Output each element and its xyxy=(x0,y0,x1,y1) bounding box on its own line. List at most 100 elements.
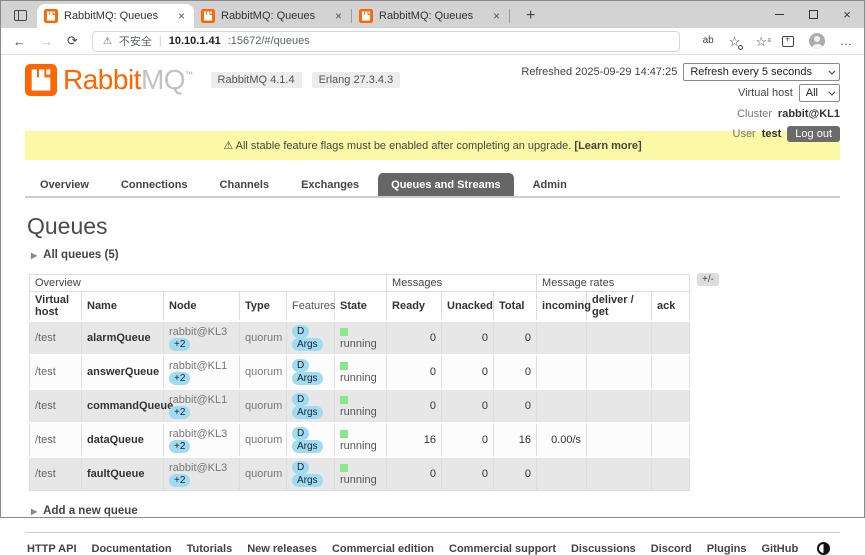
minimize-button[interactable] xyxy=(762,1,796,28)
col-ready[interactable]: Ready xyxy=(386,291,443,322)
state-running-icon xyxy=(340,328,348,336)
back-icon[interactable]: ← xyxy=(13,34,26,49)
maximize-button[interactable] xyxy=(796,1,830,28)
rabbitmq-logo-text[interactable]: RabbitMQ™ xyxy=(63,64,193,96)
state-running-icon xyxy=(340,464,348,472)
node-replica-badge[interactable]: +2 xyxy=(169,439,191,453)
cell-type: quorum xyxy=(239,456,287,491)
footer-link-documentation[interactable]: Documentation xyxy=(92,543,172,555)
cell-vhost: /test xyxy=(29,354,82,389)
col-virtual-host[interactable]: Virtual host xyxy=(29,291,82,322)
tab-close-icon[interactable]: × xyxy=(333,9,344,23)
footer-link-github[interactable]: GitHub xyxy=(762,543,799,555)
reload-icon[interactable]: ⟳ xyxy=(67,33,78,49)
col-type[interactable]: Type xyxy=(239,291,287,322)
column-selector-button[interactable]: +/- xyxy=(697,273,719,286)
footer-link-commercial-support[interactable]: Commercial support xyxy=(449,543,556,555)
refresh-interval-select[interactable]: Refresh every 5 seconds xyxy=(683,63,840,81)
node-replica-badge[interactable]: +2 xyxy=(169,405,191,419)
address-bar[interactable]: ⚠ 不安全 | 10.10.1.41:15672/#/queues xyxy=(91,30,680,52)
footer-link-http-api[interactable]: HTTP API xyxy=(27,543,77,555)
cell-unacked: 0 xyxy=(441,422,495,457)
cell-incoming xyxy=(536,456,588,491)
node-replica-badge[interactable]: +2 xyxy=(169,371,191,385)
footer-link-tutorials[interactable]: Tutorials xyxy=(187,543,233,555)
user-line: User test Log out xyxy=(521,125,840,142)
profile-avatar-icon[interactable] xyxy=(809,33,825,49)
vhost-select[interactable]: All xyxy=(798,84,840,102)
tab-close-icon[interactable]: × xyxy=(491,9,502,23)
star-glyph: ☆ xyxy=(755,33,767,49)
state-running-icon xyxy=(340,430,348,438)
footer-link-plugins[interactable]: Plugins xyxy=(707,543,747,555)
collapsed-arrow-icon: ▶ xyxy=(31,506,38,516)
security-label[interactable]: 不安全 xyxy=(119,33,152,49)
col-name[interactable]: Name xyxy=(81,291,164,322)
col-total[interactable]: Total xyxy=(493,291,538,322)
footer-link-discussions[interactable]: Discussions xyxy=(571,543,636,555)
tab-close-icon[interactable]: × xyxy=(176,9,187,23)
browser-tab-2[interactable]: RabbitMQ: Queues × xyxy=(194,4,351,28)
tab-title: RabbitMQ: Queues xyxy=(64,10,159,22)
feature-args-badge[interactable]: Args xyxy=(292,372,323,385)
feature-durable-badge[interactable]: D xyxy=(292,359,310,372)
nav-tab-admin[interactable]: Admin xyxy=(520,173,580,196)
col-node[interactable]: Node xyxy=(163,291,240,322)
collections-icon[interactable] xyxy=(782,34,794,47)
rabbitmq-logo-icon[interactable] xyxy=(25,64,57,96)
feature-args-badge[interactable]: Args xyxy=(292,338,323,351)
table-group-header-row: Overview Messages Message rates xyxy=(28,274,691,292)
footer-link-commercial-edition[interactable]: Commercial edition xyxy=(332,543,434,555)
favorites-star-icon[interactable]: ☆ xyxy=(729,35,744,50)
cell-deliver-get xyxy=(586,320,653,355)
url-separator: | xyxy=(158,35,162,47)
queue-name-link[interactable]: alarmQueue xyxy=(87,332,151,344)
cell-unacked: 0 xyxy=(441,320,495,355)
footer-link-new-releases[interactable]: New releases xyxy=(247,543,317,555)
tab-actions-menu-button[interactable] xyxy=(9,5,31,25)
nav-tab-overview[interactable]: Overview xyxy=(27,173,102,196)
close-window-button[interactable]: × xyxy=(830,1,864,28)
queue-name-link[interactable]: commandQueue xyxy=(87,400,173,412)
col-state[interactable]: State xyxy=(333,291,388,322)
cell-type: quorum xyxy=(239,388,287,423)
feature-durable-badge[interactable]: D xyxy=(292,461,310,474)
queue-name-link[interactable]: answerQueue xyxy=(87,366,159,378)
feature-args-badge[interactable]: Args xyxy=(292,440,323,453)
nav-tab-queues-and-streams[interactable]: Queues and Streams xyxy=(378,173,514,196)
add-queue-toggle[interactable]: ▶ Add a new queue xyxy=(31,505,840,517)
logo-tm: ™ xyxy=(185,70,193,79)
browser-tab-3[interactable]: RabbitMQ: Queues × xyxy=(352,4,509,28)
all-queues-toggle[interactable]: ▶ All queues (5) xyxy=(31,249,840,261)
feature-durable-badge[interactable]: D xyxy=(292,393,310,406)
logout-button[interactable]: Log out xyxy=(787,125,840,142)
col-deliver-get[interactable]: deliver / get xyxy=(586,291,653,322)
dark-mode-toggle-icon[interactable] xyxy=(817,542,831,555)
feature-durable-badge[interactable]: D xyxy=(292,427,310,440)
settings-menu-icon[interactable]: … xyxy=(840,35,852,47)
vhost-value: All xyxy=(805,87,818,99)
node-replica-badge[interactable]: +2 xyxy=(169,337,191,351)
nav-tab-exchanges[interactable]: Exchanges xyxy=(288,173,372,196)
browser-tab-1[interactable]: RabbitMQ: Queues × xyxy=(37,4,194,28)
cell-unacked: 0 xyxy=(441,388,495,423)
feature-durable-badge[interactable]: D xyxy=(292,325,310,338)
nav-tab-connections[interactable]: Connections xyxy=(108,173,201,196)
rabbitmq-favicon xyxy=(44,9,58,23)
col-unacked[interactable]: Unacked xyxy=(441,291,495,322)
translate-icon[interactable]: ab xyxy=(703,36,714,46)
feature-args-badge[interactable]: Args xyxy=(292,406,323,419)
queue-name-link[interactable]: faultQueue xyxy=(87,468,144,480)
favorites-hub-icon[interactable]: ☆ ≡ xyxy=(755,33,771,49)
queue-name-link[interactable]: dataQueue xyxy=(87,434,144,446)
new-tab-button[interactable]: + xyxy=(520,7,541,25)
feature-args-badge[interactable]: Args xyxy=(292,474,323,487)
col-incoming[interactable]: incoming xyxy=(536,291,591,322)
footer-link-discord[interactable]: Discord xyxy=(651,543,692,555)
nav-tab-channels[interactable]: Channels xyxy=(207,173,283,196)
cell-ready: 0 xyxy=(386,456,443,491)
cell-incoming xyxy=(536,354,588,389)
node-replica-badge[interactable]: +2 xyxy=(169,473,191,487)
cell-type: quorum xyxy=(239,354,287,389)
col-ack[interactable]: ack xyxy=(651,291,691,322)
